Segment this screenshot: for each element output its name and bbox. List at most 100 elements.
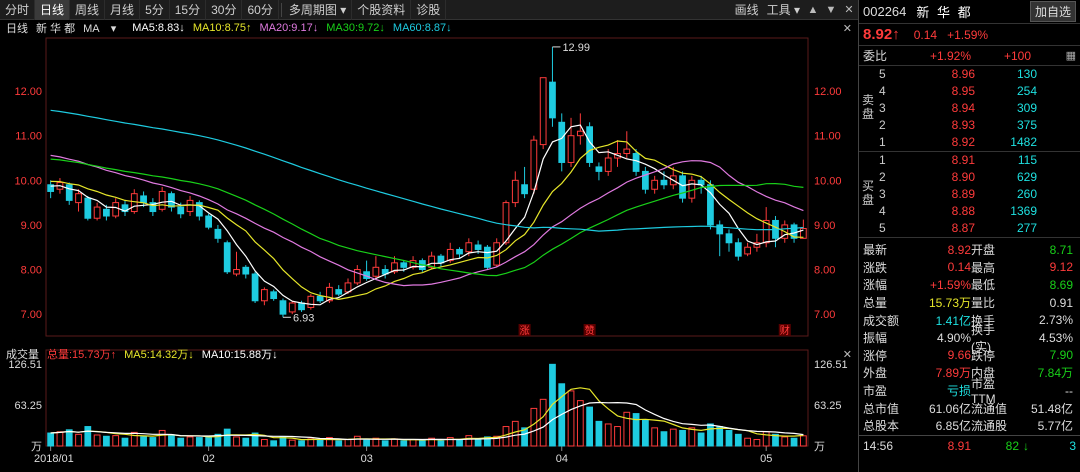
price-change-pct: +1.59% [947, 27, 989, 42]
divider [280, 2, 282, 17]
close-icon[interactable]: ✕ [842, 3, 856, 17]
volume-bar [567, 390, 575, 447]
buys-pr: 8.89 [951, 187, 975, 201]
price-tick-left: 10.00 [14, 175, 42, 187]
add-watchlist-button[interactable]: 加自选 [1029, 1, 1076, 22]
candle-body [716, 224, 724, 235]
stat-v1: 9.66 [947, 348, 971, 363]
buys-lv: 3 [879, 187, 886, 201]
volume-ma5: MA5:14.32万↓ [124, 349, 194, 361]
stat-v2: 9.12 [1049, 260, 1073, 275]
sell-side-text: 卖盘 [861, 93, 874, 121]
stat-v1: 6.85亿 [935, 419, 971, 434]
volume-bar [409, 439, 417, 447]
quote-stats: 最新 8.92 开盘 8.71 涨跌 0.14 最高 9.12 涨幅 +1.59% 最低 8.69 总量… [859, 238, 1080, 435]
volume-bar [474, 438, 482, 447]
stock-name: 新 华 都 [916, 5, 973, 20]
candle-body [456, 248, 463, 255]
ma10-line [50, 140, 804, 301]
sells-lv: 3 [879, 101, 886, 115]
candle-body [400, 262, 408, 268]
x-axis-label: 02 [203, 453, 215, 465]
volume-bar [381, 440, 389, 447]
stat-k1: 市盈 [863, 384, 888, 399]
tab-6[interactable]: 30分 [206, 0, 243, 20]
volume-bar [781, 436, 789, 447]
draw-line-button[interactable]: 画线 [731, 1, 763, 18]
stock-info-button[interactable]: 个股资料 [352, 0, 412, 20]
candle-body [298, 302, 305, 311]
sells-level-row: 5 8.96 130 [859, 66, 1080, 83]
tick-count: 3 [1069, 439, 1076, 454]
down-arrow-icon[interactable]: ▼ [824, 3, 838, 17]
candle-body [679, 175, 686, 199]
candle-body [623, 148, 631, 155]
candle-body [316, 295, 324, 302]
candle-body [223, 242, 231, 273]
buys-qt: 629 [1016, 170, 1037, 184]
candle-body [242, 266, 250, 275]
volume-ma10: MA10:15.88万↓ [201, 349, 278, 361]
kline-chart[interactable]: 12.00 12.00 11.00 11.00 10.00 10.00 9.00 9.00 8.… [0, 36, 858, 472]
buys-level-row: 5 8.87 277 [859, 220, 1080, 237]
volume-bar [753, 439, 761, 447]
candle-body [93, 206, 101, 219]
tab-4[interactable]: 5分 [140, 0, 170, 20]
indicator-select[interactable]: MA ▾ [83, 22, 124, 35]
volume-bar [465, 435, 473, 447]
candle-body [511, 179, 519, 204]
sells-level-row: 2 8.93 375 [859, 117, 1080, 134]
sells-qt: 254 [1016, 84, 1037, 98]
volume-bar [316, 439, 324, 447]
x-axis-label: 04 [556, 453, 568, 465]
buy-orders: 买盘 1 8.91 115 2 8.90 629 3 8.89 260 4 8.88 1369 5 8.8… [859, 152, 1080, 238]
sells-lv: 2 [879, 118, 886, 132]
volume-tick-right: 万 [814, 441, 825, 453]
multi-period-button[interactable]: 多周期图 ▾ [284, 0, 353, 20]
order-ratio-value: +1.92% [929, 48, 971, 63]
price-tick-left: 12.00 [14, 86, 42, 98]
period-toolbar: 分时 日线 周线 月线 5分 15分 30分 60分 多周期图 ▾ 个股资料 诊股 画线 工具… [0, 0, 858, 20]
buys-pr: 8.90 [951, 170, 975, 184]
tab-0[interactable]: 分时 [0, 0, 36, 20]
close-icon[interactable]: ✕ [843, 348, 852, 361]
stat-v2: 8.71 [1049, 242, 1073, 257]
volume-bar [112, 435, 120, 447]
volume-bar [400, 440, 408, 447]
tab-5[interactable]: 15分 [170, 0, 207, 20]
candle-body [177, 206, 185, 215]
stat-k2: 最高 [971, 260, 996, 275]
close-icon[interactable]: ✕ [843, 22, 852, 35]
grid-icon[interactable]: ▦ [1066, 49, 1076, 62]
tab-7[interactable]: 60分 [242, 0, 279, 20]
stat-k1: 总股本 [863, 419, 900, 434]
candle-body [353, 269, 361, 284]
tools-button[interactable]: 工具 ▾ [763, 1, 804, 18]
candle-body [205, 215, 213, 228]
volume-tick-right: 63.25 [814, 400, 842, 412]
candle-body [660, 179, 668, 186]
tab-2[interactable]: 周线 [70, 0, 106, 20]
up-arrow-icon[interactable]: ▲ [806, 3, 820, 17]
tab-1[interactable]: 日线 [35, 0, 71, 20]
candle-body [521, 184, 528, 195]
tab-3[interactable]: 月线 [105, 0, 141, 20]
candle-body [279, 300, 287, 315]
ma60-line [50, 109, 804, 232]
sells-level-row: 3 8.94 309 [859, 100, 1080, 117]
stat-v1: 15.73万 [928, 296, 971, 311]
volume-legend: 成交量 总量:15.73万↑ MA5:14.32万↓ MA10:15.88万↓ … [0, 346, 858, 362]
candle-body [103, 208, 110, 217]
buys-level-row: 4 8.88 1369 [859, 203, 1080, 220]
candle-body [465, 242, 473, 253]
volume-bar [725, 429, 733, 447]
diagnose-button[interactable]: 诊股 [411, 0, 447, 20]
candle-body [260, 289, 268, 302]
volume-bar [511, 420, 519, 447]
ma10-value: MA10:8.75↑ [192, 22, 252, 34]
volume-bar [437, 440, 445, 447]
ma30-value: MA30:9.72↓ [326, 22, 385, 34]
volume-bar [260, 439, 268, 447]
candle-body [474, 244, 482, 250]
volume-bar [697, 432, 705, 447]
